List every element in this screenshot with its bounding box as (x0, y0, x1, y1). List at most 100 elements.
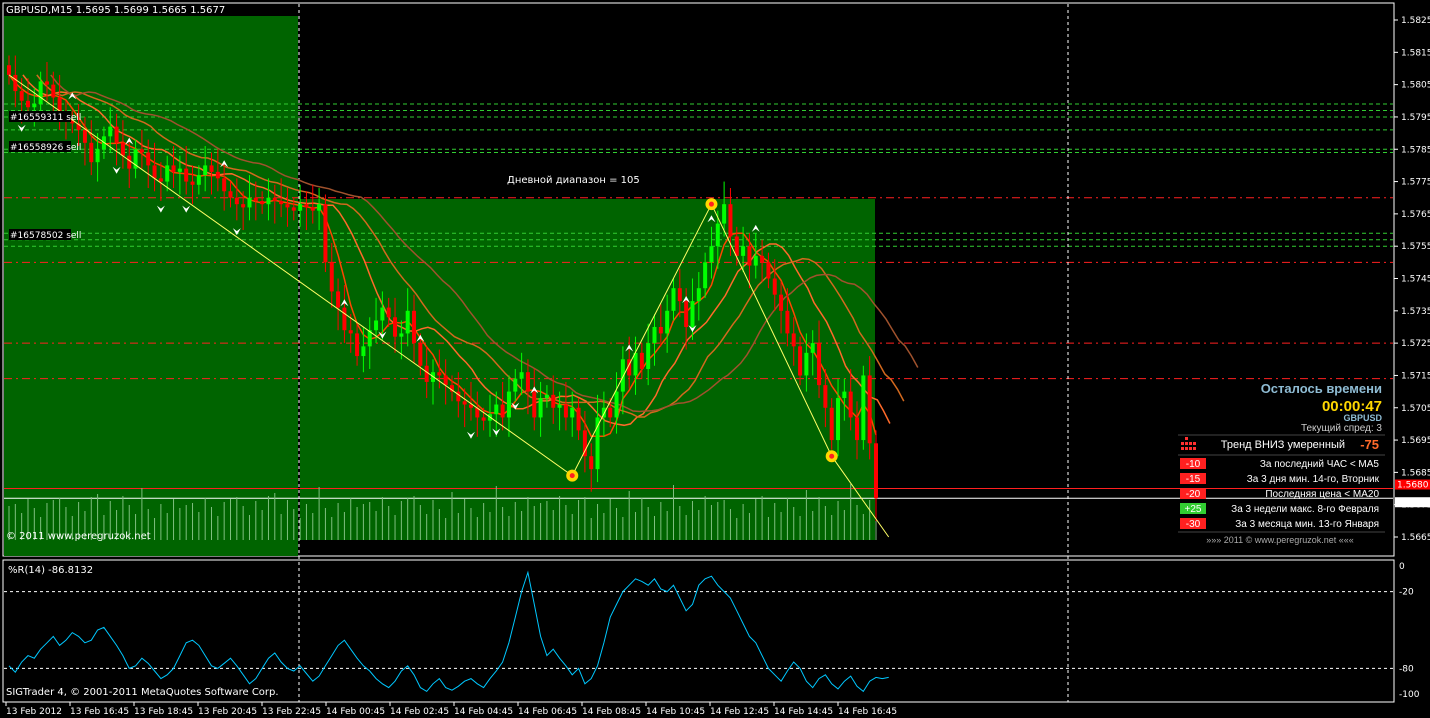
panel-symbol: GBPUSD (1343, 413, 1382, 423)
candle-body (399, 333, 404, 337)
daily-range-label: Дневной диапазон = 105 (507, 175, 640, 186)
trend-label: Тренд ВНИЗ умеренный (1221, 439, 1345, 451)
candle-body (734, 236, 739, 256)
candle-body (215, 171, 220, 179)
candle-body (228, 191, 233, 198)
score-row-text: За 3 дня мин. 14-го, Вторник (1247, 474, 1380, 485)
time-left-title: Осталось времени (1261, 381, 1382, 396)
candle-body (317, 204, 322, 211)
candle-body (424, 365, 429, 382)
candle-body (494, 404, 499, 415)
candle-body (538, 398, 543, 418)
watermark-text: © 2011 www.peregruzok.net (6, 531, 151, 542)
candle-body (253, 197, 258, 201)
candle-body (285, 204, 290, 208)
candle-body (298, 204, 303, 211)
spread-label: Текущий спред: 3 (1301, 423, 1382, 434)
candle-body (139, 149, 144, 153)
price-tick-label: 1.5815 (1401, 48, 1430, 58)
symbol-header: GBPUSD,M15 1.5695 1.5699 1.5665 1.5677 (6, 5, 225, 16)
candle-body (196, 175, 201, 185)
candle-body (95, 149, 100, 163)
score-row-text: Последняя цена < MA20 (1265, 489, 1379, 500)
candle-body (266, 197, 271, 205)
candle-body (563, 404, 568, 418)
candle-body (393, 317, 398, 337)
candle-body (481, 417, 486, 421)
candle-body (747, 246, 752, 266)
score-row-text: За 3 недели макс. 8-го Февраля (1231, 504, 1379, 515)
candle-body (38, 81, 43, 105)
zigzag-point-center (708, 201, 714, 207)
candle-body (608, 407, 613, 418)
candle-body (709, 246, 714, 263)
candle-body (462, 401, 467, 405)
candle-body (19, 91, 24, 101)
candle-body (184, 168, 189, 182)
candle-body (658, 326, 663, 334)
candle-body (665, 310, 670, 334)
candle-body (576, 407, 581, 431)
trading-chart[interactable]: 0 -20 -80 -100 1.5825 1.5815 1.5805 1.5795 1.57… (0, 0, 1430, 718)
score-row-text: За 3 месяца мин. 13-го Января (1235, 519, 1379, 530)
zigzag-point-center (569, 473, 575, 479)
candle-body (437, 372, 442, 376)
wpr-label: %R(14) -86.8132 (8, 565, 93, 576)
price-tick-label: 1.5745 (1401, 275, 1430, 285)
candle-body (418, 343, 423, 366)
candle-body (772, 278, 777, 295)
candle-body (152, 165, 157, 179)
copyright-label: SIGTrader 4, © 2001-2011 MetaQuotes Soft… (6, 687, 279, 698)
candle-body (519, 372, 524, 379)
candle-body (842, 391, 847, 399)
candle-body (279, 200, 284, 205)
candle-body (127, 155, 132, 169)
candle-body (779, 294, 784, 311)
candle-body (639, 352, 644, 369)
candle-body (652, 326, 657, 344)
candle-body (513, 378, 518, 392)
score-badge-text: +25 (1185, 504, 1202, 515)
candle-body (570, 407, 575, 418)
wpr-tick-label: -20 (1399, 588, 1414, 598)
time-tick-label: 14 Feb 04:45 (454, 707, 513, 717)
candle-body (500, 404, 505, 418)
price-tick-label: 1.5755 (1401, 242, 1430, 252)
price-tick-label: 1.5665 (1401, 533, 1430, 543)
candle-body (165, 165, 170, 182)
candle-body (589, 456, 594, 470)
candle-body (158, 178, 163, 182)
price-tick-label: 1.5805 (1401, 81, 1430, 91)
candle-body (823, 385, 828, 408)
candle-body (620, 359, 625, 392)
candle-body (557, 404, 562, 408)
candle-body (810, 343, 815, 353)
candle-body (874, 443, 878, 499)
price-tick-label: 1.5785 (1401, 145, 1430, 155)
time-tick-label: 13 Feb 2012 (6, 707, 62, 717)
candle-body (323, 204, 328, 263)
order-label: #16558926 sell (10, 143, 81, 153)
candle-body (89, 142, 94, 163)
candle-body (247, 197, 252, 208)
candle-body (798, 346, 803, 376)
price-tick-label: 1.5795 (1401, 113, 1430, 123)
candle-body (690, 301, 695, 327)
candle-body (386, 307, 391, 318)
candle-body (310, 207, 315, 211)
candle-body (506, 391, 511, 418)
order-label: #16578502 sell (10, 231, 81, 241)
price-tick-label: 1.5725 (1401, 339, 1430, 349)
score-badge-text: -20 (1186, 489, 1201, 500)
candle-body (855, 417, 860, 441)
candle-body (108, 126, 113, 137)
price-tick-label: 1.5775 (1401, 178, 1430, 188)
time-tick-label: 14 Feb 08:45 (582, 707, 641, 717)
time-tick-label: 14 Feb 10:45 (646, 707, 705, 717)
trend-value: -75 (1360, 437, 1379, 452)
time-tick-label: 14 Feb 16:45 (838, 707, 897, 717)
candle-body (646, 343, 651, 369)
time-tick-label: 14 Feb 14:45 (774, 707, 833, 717)
candle-body (380, 307, 385, 321)
candle-body (114, 126, 119, 143)
